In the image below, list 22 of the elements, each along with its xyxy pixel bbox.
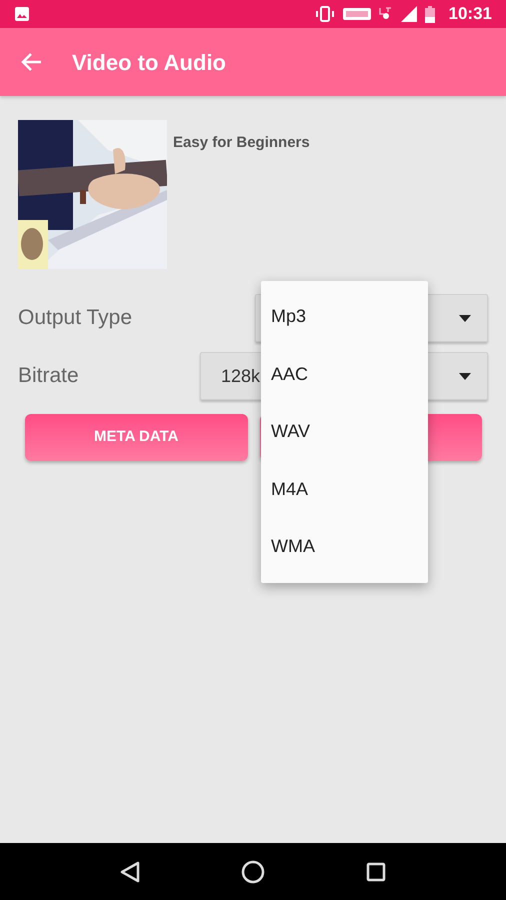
screen-title: Video to Audio [72,48,226,76]
signal-icon [400,6,417,22]
data-icon [378,7,393,21]
dropdown-caret-icon [459,372,471,380]
battery-icon [424,6,435,22]
dropdown-caret-icon [459,314,471,322]
setting-label: Output Type [18,305,134,332]
dropdown-option[interactable]: AAC [261,346,428,403]
image-icon [14,6,30,22]
vibrate-icon [314,6,335,22]
dropdown-option[interactable]: WAV [261,403,428,460]
video-title: Easy for Beginners [173,133,310,153]
dropdown-option[interactable]: WMA [261,518,428,576]
home-icon[interactable] [240,860,265,884]
clock-time: 10:31 [448,3,492,26]
volte-icon [342,8,371,20]
back-icon[interactable] [120,860,140,882]
recent-apps-icon[interactable] [366,862,386,882]
dropdown-option[interactable]: Mp3 [261,288,428,346]
dropdown-option[interactable]: M4A [261,460,428,518]
back-arrow-icon[interactable] [20,52,42,72]
setting-label: Bitrate [18,363,80,390]
